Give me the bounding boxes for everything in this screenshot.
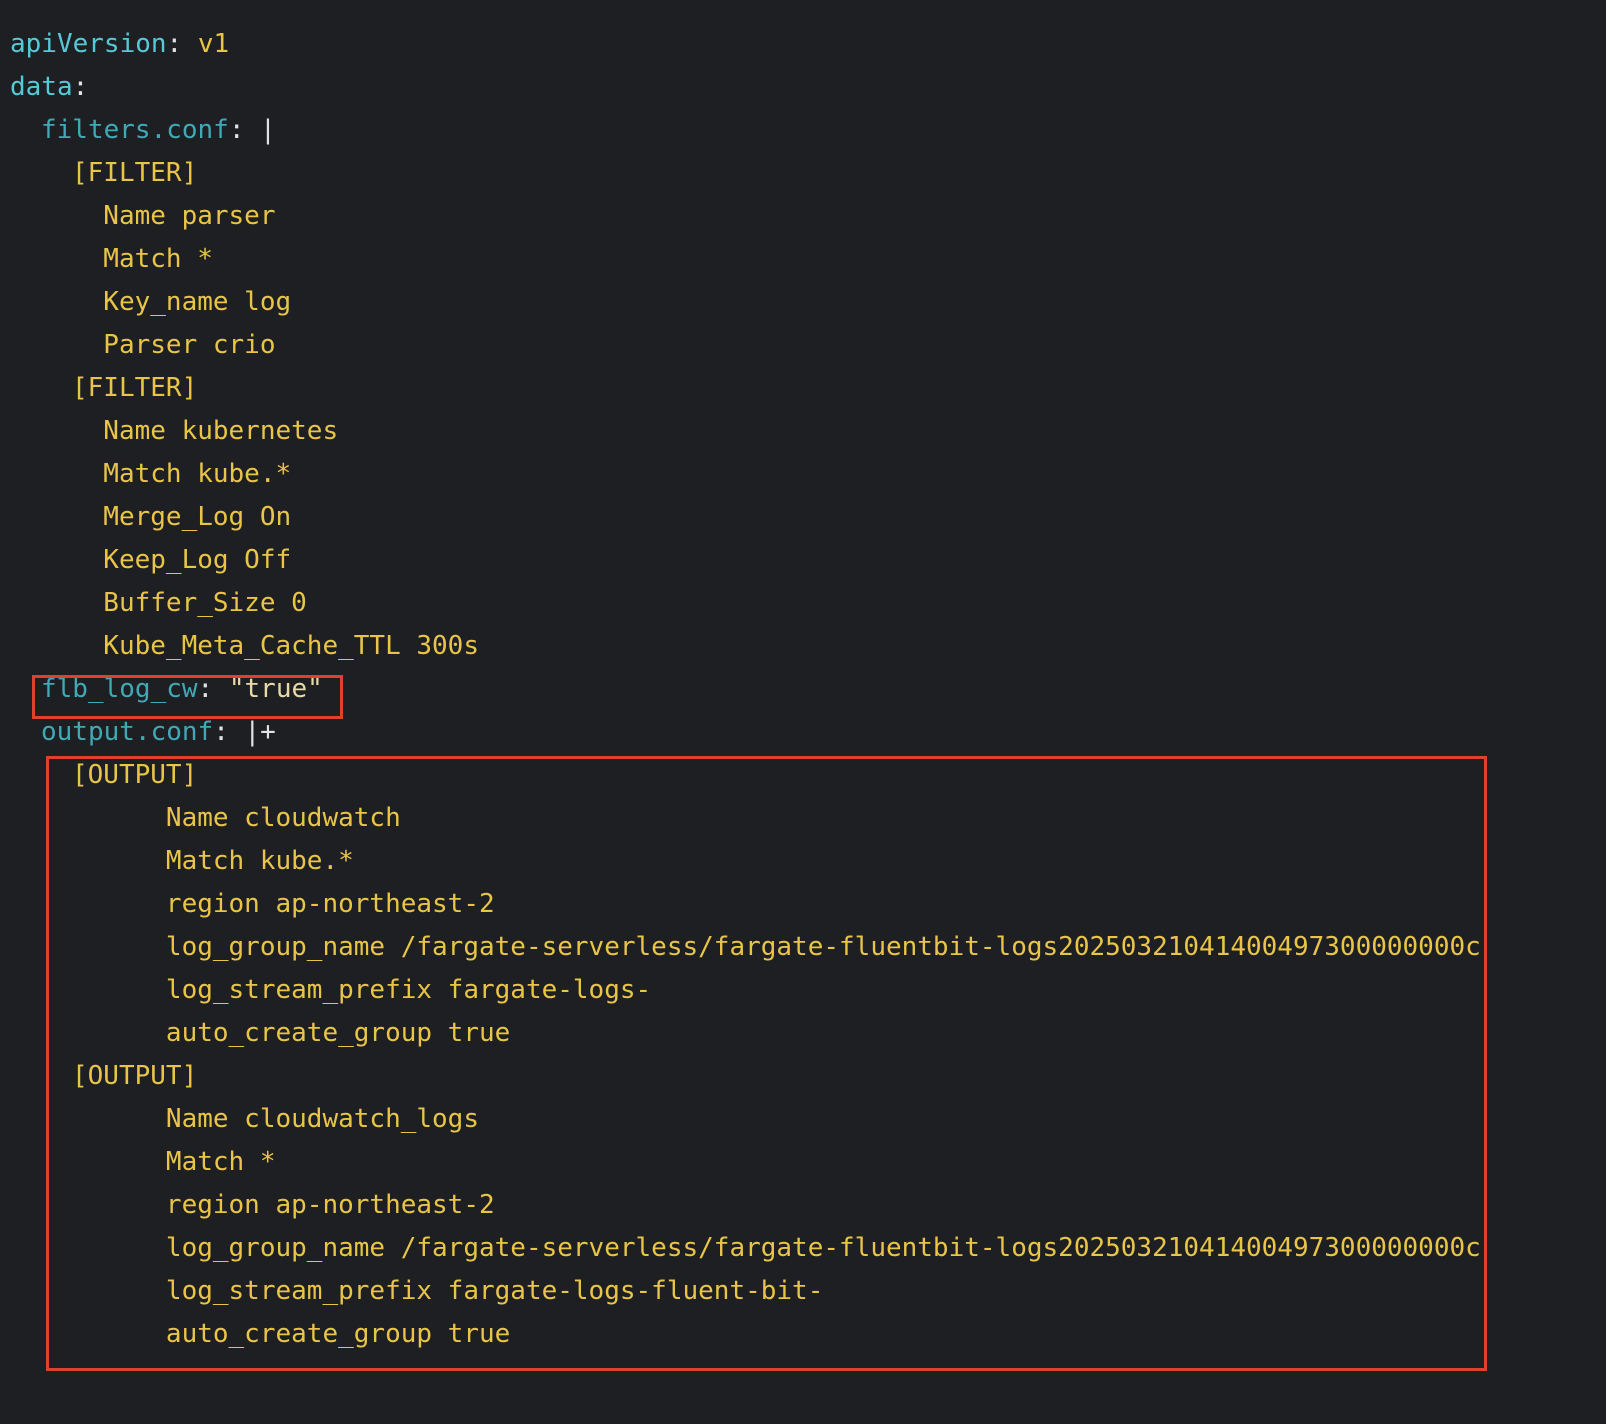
filter-line: Buffer_Size 0 — [72, 588, 307, 618]
line-data: data: — [10, 65, 88, 109]
yaml-colon: : — [72, 72, 89, 102]
line-apiversion: apiVersion: v1 — [10, 22, 229, 66]
filter-line: Name parser — [72, 201, 276, 231]
yaml-key: data — [10, 72, 73, 102]
yaml-block-indicator: : | — [228, 115, 276, 145]
filter-line: Match kube.* — [72, 459, 292, 489]
filter-line: Keep_Log Off — [72, 545, 292, 575]
filter-line: Name kubernetes — [72, 416, 339, 446]
yaml-key: apiVersion — [10, 29, 167, 59]
yaml-key: filters.conf — [41, 115, 229, 145]
filter-line: [FILTER] — [72, 373, 198, 403]
yaml-colon: : — [166, 29, 183, 59]
line-filters-conf: filters.conf: | — [41, 108, 276, 152]
filter-line: [FILTER] — [72, 158, 198, 188]
filter-line: Parser crio — [72, 330, 276, 360]
yaml-value: v1 — [182, 29, 230, 59]
filter-line: Merge_Log On — [72, 502, 292, 532]
highlight-box-flb-log-cw — [32, 675, 343, 719]
yaml-block-indicator: : |+ — [213, 717, 276, 747]
filter-line: Key_name log — [72, 287, 292, 317]
filter-line: Kube_Meta_Cache_TTL 300s — [72, 631, 479, 661]
yaml-key: output.conf — [41, 717, 214, 747]
yaml-editor: apiVersion: v1 data: filters.conf: | [FI… — [0, 0, 1606, 1424]
highlight-box-output-conf — [46, 756, 1487, 1371]
filter-line: Match * — [72, 244, 213, 274]
